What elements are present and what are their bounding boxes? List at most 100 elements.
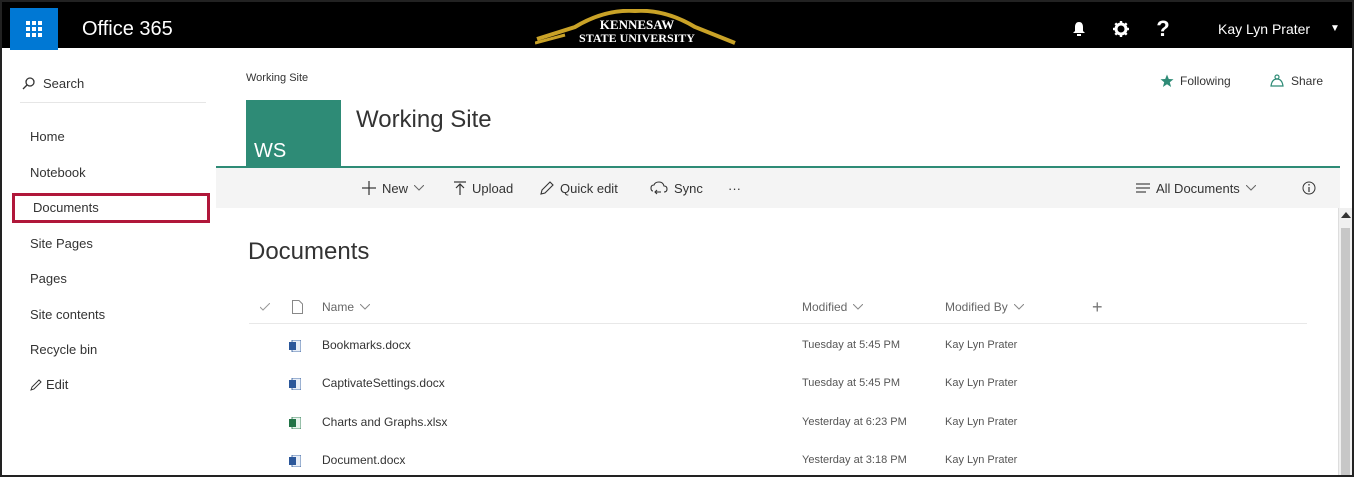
file-type-column-header[interactable]: [292, 297, 303, 317]
table-row[interactable]: Charts and Graphs.xlsx Yesterday at 6:23…: [249, 403, 1307, 441]
modified-date: Tuesday at 5:45 PM: [802, 339, 901, 351]
checkmark-icon: [260, 303, 270, 311]
chevron-down-icon: [414, 185, 425, 191]
word-file-icon: [289, 326, 302, 364]
modified-date: Tuesday at 5:45 PM: [802, 377, 901, 389]
upload-label: Upload: [472, 180, 514, 196]
file-name[interactable]: Document.docx: [322, 441, 405, 475]
sync-button[interactable]: Sync: [650, 168, 703, 208]
share-icon: [1270, 74, 1284, 87]
settings-button[interactable]: [1100, 8, 1142, 50]
sync-icon: [650, 181, 668, 195]
chevron-down-icon[interactable]: ▼: [1330, 8, 1340, 50]
app-launcher-button[interactable]: [10, 8, 58, 50]
share-button[interactable]: Share: [1269, 74, 1323, 88]
nav-item-site-pages[interactable]: Site Pages: [16, 229, 202, 259]
modified-by[interactable]: Kay Lyn Prater: [945, 326, 1017, 364]
edit-label: Edit: [46, 377, 69, 392]
site-title[interactable]: Working Site: [356, 106, 492, 134]
modified-date: Yesterday at 3:18 PM: [802, 454, 907, 466]
svg-text:KENNESAW: KENNESAW: [600, 17, 674, 32]
follow-button[interactable]: Following: [1160, 74, 1231, 88]
table-row[interactable]: CaptivateSettings.docx Tuesday at 5:45 P…: [249, 364, 1307, 402]
pencil-icon: [30, 379, 42, 391]
view-switcher-button[interactable]: All Documents: [1136, 168, 1262, 208]
name-column-header[interactable]: Name: [322, 297, 371, 317]
file-name[interactable]: Charts and Graphs.xlsx: [322, 403, 447, 441]
breadcrumb[interactable]: Working Site: [246, 72, 308, 84]
modified-by[interactable]: Kay Lyn Prater: [945, 403, 1017, 441]
nav-item-pages[interactable]: Pages: [16, 264, 202, 294]
library-heading: Documents: [248, 238, 370, 265]
word-file-icon: [289, 441, 302, 475]
sync-label: Sync: [674, 180, 703, 196]
share-label: Share: [1291, 74, 1324, 88]
header-row-divider: [249, 323, 1307, 324]
pencil-icon: [540, 181, 554, 195]
chevron-down-icon: [853, 304, 864, 310]
modified-by[interactable]: Kay Lyn Prater: [945, 364, 1017, 402]
nav-item-notebook[interactable]: Notebook: [16, 158, 202, 188]
file-name[interactable]: Bookmarks.docx: [322, 326, 411, 364]
modified-column-header[interactable]: Modified: [802, 297, 864, 317]
modified-column-label: Modified: [802, 300, 848, 314]
edit-links-button[interactable]: Edit: [16, 370, 202, 400]
scrollbar-thumb[interactable]: [1341, 228, 1350, 475]
quick-edit-button[interactable]: Quick edit: [540, 168, 618, 208]
plus-icon: [362, 181, 376, 195]
file-name[interactable]: CaptivateSettings.docx: [322, 364, 445, 402]
document-icon: [292, 300, 303, 314]
star-icon: [1160, 74, 1174, 87]
nav-item-site-contents[interactable]: Site contents: [16, 300, 202, 330]
scroll-up-arrow-icon[interactable]: [1341, 212, 1351, 218]
university-logo: KENNESAW STATE UNIVERSITY: [535, 9, 736, 45]
gear-icon: [1113, 21, 1129, 37]
command-bar: New Upload Quick edit Sync ··· All Docum…: [216, 168, 1340, 208]
list-view-icon: [1136, 183, 1150, 193]
view-label: All Documents: [1156, 180, 1240, 196]
new-label: New: [382, 180, 409, 196]
add-column-button[interactable]: +: [1092, 297, 1103, 317]
chevron-down-icon: [360, 304, 371, 310]
nav-item-recycle-bin[interactable]: Recycle bin: [16, 335, 202, 365]
left-navigation: Search Home Notebook Documents Site Page…: [2, 50, 212, 475]
modified-by-column-label: Modified By: [945, 300, 1008, 314]
upload-button[interactable]: Upload: [454, 168, 513, 208]
modified-date: Yesterday at 6:23 PM: [802, 416, 907, 428]
new-button[interactable]: New: [362, 168, 430, 208]
svg-text:STATE UNIVERSITY: STATE UNIVERSITY: [579, 31, 695, 45]
user-name-button[interactable]: Kay Lyn Prater: [1218, 8, 1310, 50]
more-label: ···: [728, 180, 741, 196]
waffle-icon: [26, 21, 42, 37]
info-icon: [1302, 181, 1316, 195]
search-box[interactable]: Search: [22, 72, 202, 94]
app-frame: Office 365 KENNESAW STATE UNIVERSITY ? K…: [0, 0, 1354, 477]
vertical-scrollbar[interactable]: [1338, 208, 1352, 475]
notifications-button[interactable]: [1058, 8, 1100, 50]
select-all-checkbox[interactable]: [260, 297, 270, 317]
name-column-label: Name: [322, 300, 355, 314]
search-icon: [22, 76, 35, 89]
nav-item-home[interactable]: Home: [16, 122, 202, 152]
nav-item-documents[interactable]: Documents: [12, 193, 210, 223]
chevron-down-icon: [1245, 185, 1256, 191]
more-options-button[interactable]: ···: [728, 168, 741, 208]
info-pane-button[interactable]: [1302, 168, 1322, 208]
modified-by[interactable]: Kay Lyn Prater: [945, 441, 1017, 475]
quick-edit-label: Quick edit: [560, 180, 618, 196]
chevron-down-icon: [1013, 304, 1024, 310]
upload-icon: [454, 181, 466, 195]
excel-file-icon: [289, 403, 302, 441]
suite-bar: Office 365 KENNESAW STATE UNIVERSITY ? K…: [2, 2, 1352, 50]
search-label: Search: [43, 75, 85, 91]
table-row[interactable]: Document.docx Yesterday at 3:18 PM Kay L…: [249, 441, 1307, 475]
office-365-title[interactable]: Office 365: [82, 8, 173, 50]
bell-icon: [1073, 22, 1085, 36]
help-button[interactable]: ?: [1142, 8, 1184, 50]
search-divider: [20, 102, 206, 103]
word-file-icon: [289, 364, 302, 402]
table-row[interactable]: Bookmarks.docx Tuesday at 5:45 PM Kay Ly…: [249, 326, 1307, 364]
help-icon: ?: [1156, 16, 1170, 41]
modified-by-column-header[interactable]: Modified By: [945, 297, 1024, 317]
following-label: Following: [1180, 74, 1231, 88]
